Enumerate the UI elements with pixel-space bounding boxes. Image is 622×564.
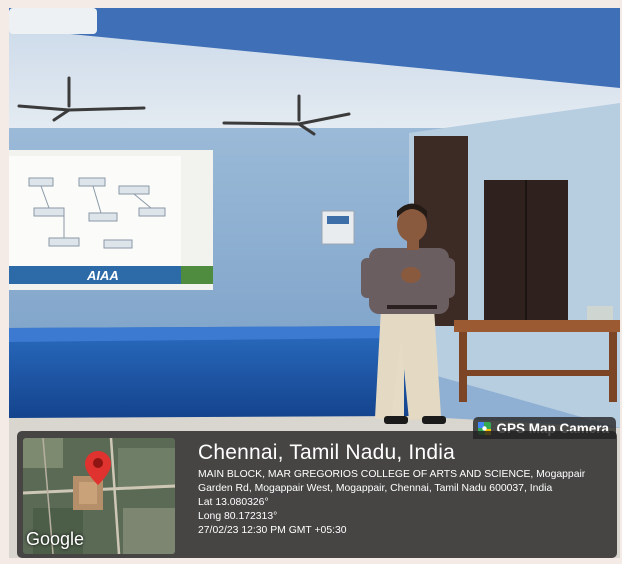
map-thumbnail: Google bbox=[23, 438, 175, 554]
longitude: Long 80.172313° bbox=[198, 511, 278, 522]
wall-poster bbox=[321, 210, 355, 245]
table-device bbox=[587, 306, 613, 320]
projector bbox=[9, 8, 97, 34]
timestamp: 27/02/23 12:30 PM GMT +05:30 bbox=[198, 525, 347, 536]
latitude: Lat 13.080326° bbox=[198, 497, 269, 508]
photo-frame: AIAA GPS Map Camera Google Chennai, Tami… bbox=[9, 8, 620, 558]
table-top bbox=[454, 320, 620, 332]
location-info: Chennai, Tamil Nadu, India MAIN BLOCK, M… bbox=[198, 440, 608, 538]
location-overlay: Google Chennai, Tamil Nadu, India MAIN B… bbox=[17, 431, 617, 558]
location-title: Chennai, Tamil Nadu, India bbox=[198, 441, 455, 464]
location-pin-icon bbox=[85, 451, 111, 485]
google-logo: Google bbox=[26, 529, 85, 549]
location-address: MAIN BLOCK, MAR GREGORIOS COLLEGE OF ART… bbox=[198, 469, 586, 494]
slide-logo: AIAA bbox=[86, 268, 119, 283]
